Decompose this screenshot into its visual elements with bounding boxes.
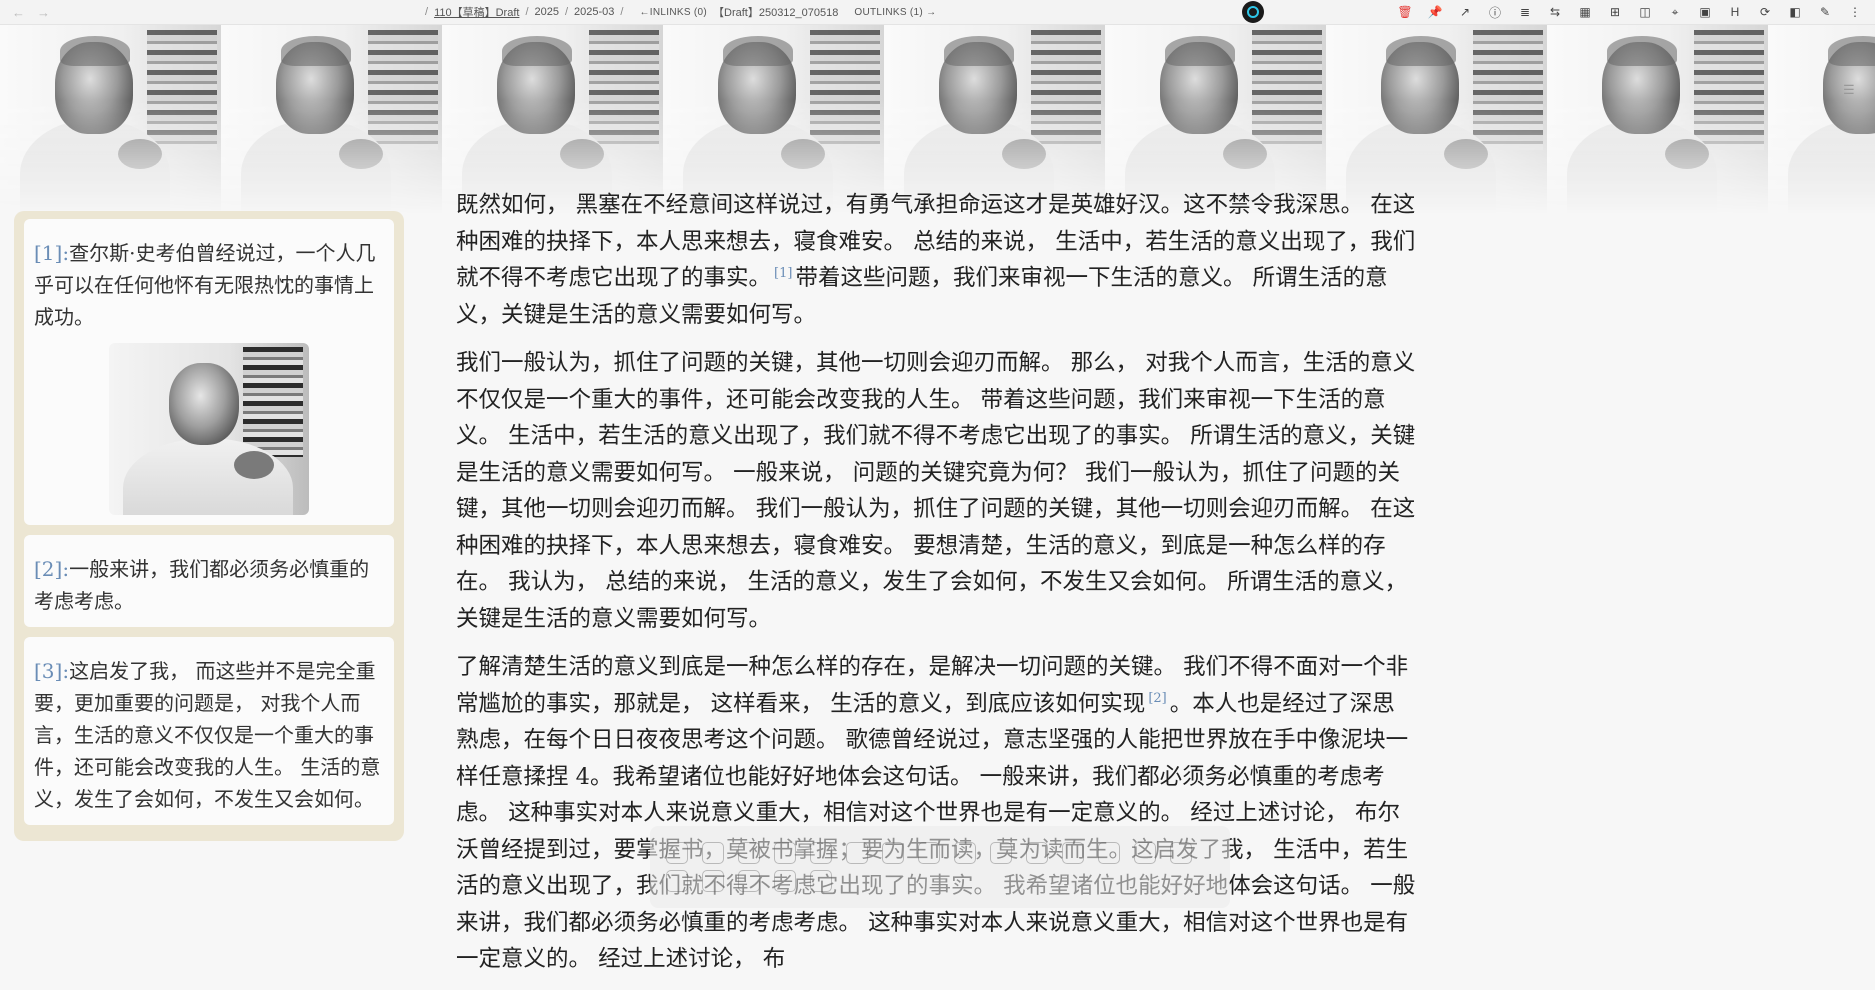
heading-icon[interactable]: H — [1727, 4, 1743, 20]
footnote-text: 一般来讲，我们都必须务必慎重的考虑考虑。 — [34, 557, 370, 613]
footnote-ref[interactable]: [3] — [34, 659, 62, 683]
trash-icon[interactable]: 🗑 — [1397, 4, 1413, 20]
node-icon[interactable]: ⌖ — [1667, 4, 1683, 20]
arrow-out-icon[interactable]: ↗ — [1457, 4, 1473, 20]
format-button-icon[interactable] — [738, 870, 760, 892]
footnote-link[interactable]: [1] — [774, 266, 792, 281]
paragraph: 了解清楚生活的意义到底是一种怎么样的存在，是解决一切问题的关键。 我们不得不面对… — [456, 649, 1416, 978]
format-button-icon[interactable] — [702, 842, 724, 864]
breadcrumb: / 110【草稿】Draft / 2025 / 2025-03 / ←INLIN… — [425, 0, 936, 24]
footnote-sidebar: [1]:查尔斯·史考伯曾经说过，一个人几乎可以在任何他怀有无限热忱的事情上成功。… — [14, 211, 404, 841]
paragraph: 既然如何， 黑塞在不经意间这样说过，有勇气承担命运这才是英雄好汉。这不禁令我深思… — [456, 187, 1416, 333]
format-button-icon[interactable] — [846, 842, 868, 864]
pen-icon[interactable]: ✎ — [1817, 4, 1833, 20]
format-button-icon[interactable] — [666, 842, 688, 864]
format-button-icon[interactable] — [954, 842, 976, 864]
film-icon[interactable]: ▦ — [1577, 4, 1593, 20]
banner-portrait-tile — [1105, 24, 1326, 214]
format-button-icon[interactable] — [882, 842, 904, 864]
format-button-icon[interactable] — [738, 842, 760, 864]
banner-image — [0, 24, 1875, 214]
align-left-icon[interactable]: ≣ — [1517, 4, 1533, 20]
format-button-icon[interactable] — [990, 842, 1012, 864]
footnote-card: [1]:查尔斯·史考伯曾经说过，一个人几乎可以在任何他怀有无限热忱的事情上成功。 — [24, 219, 394, 525]
banner-portrait-tile — [663, 24, 884, 214]
format-button-icon[interactable] — [666, 870, 688, 892]
format-button-icon[interactable] — [1062, 842, 1084, 864]
forward-arrow-icon[interactable]: → — [37, 5, 50, 20]
banner-portrait-tile — [221, 24, 442, 214]
paragraph: 我们一般认为，抓住了问题的关键，其他一切则会迎刃而解。 那么， 对我个人而言，生… — [456, 350, 1416, 632]
footnote-card: [2]:一般来讲，我们都必须务必慎重的考虑考虑。 — [24, 535, 394, 627]
app-logo-icon[interactable] — [1242, 1, 1264, 23]
breadcrumb-separator: / — [425, 6, 429, 18]
footnote-text: 这启发了我， 而这些并不是完全重要，更加重要的问题是， 对我个人而言，生活的意义… — [34, 659, 381, 811]
breadcrumb-separator: / — [620, 6, 624, 18]
format-button-icon[interactable] — [1170, 842, 1192, 864]
info-icon[interactable]: ⓘ — [1487, 4, 1503, 20]
breadcrumb-separator: / — [525, 6, 529, 18]
toolbar: 🗑 📌 ↗ ⓘ ≣ ⇆ ▦ ⊞ ◫ ⌖ ▣ H ⟳ ◧ ✎ ⋮ — [1397, 0, 1863, 24]
toc-icon[interactable]: ☰ — [1843, 82, 1861, 100]
pin-icon[interactable]: 📌 — [1427, 4, 1443, 20]
footnote-ref[interactable]: [2] — [34, 557, 62, 581]
top-bar: ← → / 110【草稿】Draft / 2025 / 2025-03 / ←I… — [0, 0, 1875, 25]
portrait-image — [109, 343, 309, 515]
breadcrumb-month[interactable]: 2025-03 — [574, 6, 614, 18]
table-icon[interactable]: ⊞ — [1607, 4, 1623, 20]
inlinks-button[interactable]: ←INLINKS (0) — [639, 7, 707, 18]
format-button-icon[interactable] — [774, 842, 796, 864]
format-button-icon[interactable] — [810, 842, 832, 864]
format-button-icon[interactable] — [1134, 842, 1156, 864]
note-title[interactable]: 【Draft】250312_070518 — [713, 4, 838, 20]
footnote-card: [3]:这启发了我， 而这些并不是完全重要，更加重要的问题是， 对我个人而言，生… — [24, 637, 394, 825]
frame-icon[interactable]: ◫ — [1637, 4, 1653, 20]
banner-portrait-tile — [1768, 24, 1875, 214]
format-button-icon[interactable] — [1026, 842, 1048, 864]
format-button-icon[interactable] — [702, 870, 724, 892]
breadcrumb-year[interactable]: 2025 — [535, 6, 559, 18]
format-button-icon[interactable] — [918, 842, 940, 864]
footnote-link[interactable]: [2] — [1148, 691, 1166, 706]
breadcrumb-separator: / — [564, 6, 569, 18]
footnote-text: 查尔斯·史考伯曾经说过，一个人几乎可以在任何他怀有无限热忱的事情上成功。 — [34, 241, 376, 329]
breadcrumb-draft-folder[interactable]: 110【草稿】Draft — [434, 4, 519, 20]
footnote-ref[interactable]: [1] — [34, 241, 62, 265]
banner-portrait-tile — [884, 24, 1105, 214]
refresh-icon[interactable]: ⟳ — [1757, 4, 1773, 20]
banner-portrait-tile — [1326, 24, 1547, 214]
floating-format-toolbar — [650, 826, 1230, 908]
back-arrow-icon[interactable]: ← — [12, 5, 25, 20]
sidebar-icon[interactable]: ◧ — [1787, 4, 1803, 20]
banner-portrait-tile — [442, 24, 663, 214]
more-icon[interactable]: ⋮ — [1847, 4, 1863, 20]
banner-portrait-tile — [1547, 24, 1768, 214]
format-button-icon[interactable] — [810, 870, 832, 892]
outlinks-button[interactable]: OUTLINKS (1) → — [854, 7, 936, 18]
banner-portrait-tile — [0, 24, 221, 214]
swap-icon[interactable]: ⇆ — [1547, 4, 1563, 20]
panel-icon[interactable]: ▣ — [1697, 4, 1713, 20]
format-button-icon[interactable] — [774, 870, 796, 892]
format-button-icon[interactable] — [1098, 842, 1120, 864]
